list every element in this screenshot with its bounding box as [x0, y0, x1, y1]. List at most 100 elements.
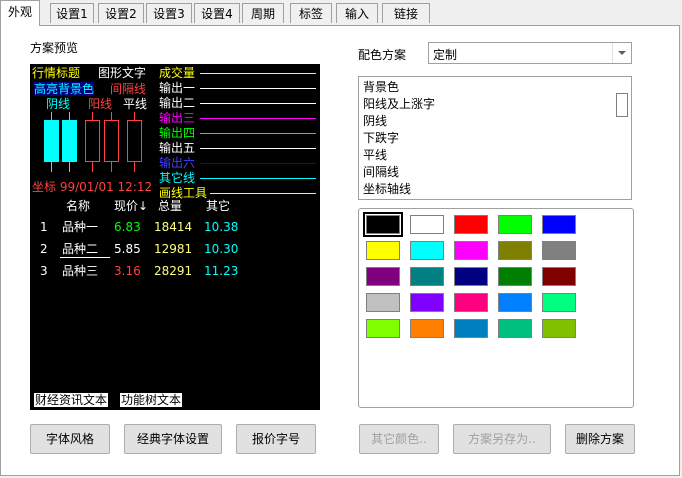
quote-font-size-button[interactable]: 报价字号 — [236, 424, 316, 454]
list-item[interactable]: 背景色 — [363, 79, 399, 96]
preview-flat-label: 平线 — [123, 97, 148, 111]
color-swatch[interactable] — [454, 267, 488, 286]
tab-link[interactable]: 链接 — [382, 3, 430, 23]
table-header-price: 现价↓ — [114, 199, 149, 213]
tab-bar: 外观 设置1 设置2 设置3 设置4 周期 标签 输入 链接 — [0, 0, 682, 27]
selected-row-underline — [60, 257, 110, 258]
tab-settings2[interactable]: 设置2 — [98, 3, 144, 23]
tab-input[interactable]: 输入 — [336, 3, 378, 23]
indicator-label: 画线工具 — [159, 186, 208, 200]
tab-settings1[interactable]: 设置1 — [50, 3, 94, 23]
color-swatch[interactable] — [498, 241, 532, 260]
color-swatch[interactable] — [366, 319, 400, 338]
indicator-line — [200, 103, 316, 104]
color-swatch[interactable] — [410, 267, 444, 286]
func-tree-text-sample: 功能树文本 — [120, 393, 183, 407]
list-item[interactable]: 阳线及上涨字 — [363, 96, 435, 113]
row-name: 品种二 — [62, 242, 99, 256]
color-swatch[interactable] — [410, 293, 444, 312]
classic-font-button[interactable]: 经典字体设置 — [124, 424, 222, 454]
color-swatch[interactable] — [542, 293, 576, 312]
scheme-select[interactable]: 定制 — [428, 42, 632, 64]
indicator-label: 其它线 — [159, 171, 196, 185]
tab-appearance[interactable]: 外观 — [0, 0, 40, 26]
row-name: 品种一 — [62, 220, 99, 234]
scrollbar-thumb[interactable] — [616, 93, 628, 117]
list-item[interactable]: 平线 — [363, 147, 387, 164]
row-price: 5.85 — [114, 242, 141, 256]
row-volume: 12981 — [154, 242, 193, 256]
color-swatch[interactable] — [454, 319, 488, 338]
list-item[interactable]: 阴线 — [363, 113, 387, 130]
color-swatch[interactable] — [410, 319, 444, 338]
list-item[interactable]: 坐标轴线 — [363, 181, 411, 198]
preview-yin-label: 阴线 — [46, 97, 71, 111]
row-index: 3 — [40, 264, 48, 278]
indicator-line — [200, 133, 316, 134]
row-price: 6.83 — [114, 220, 141, 234]
scheme-preview[interactable]: 行情标题 图形文字 高亮背景色 间隔线 阴线 阳线 平线 成交量 输出一 输出二… — [30, 64, 320, 410]
color-swatch[interactable] — [363, 212, 403, 237]
preview-header-title: 行情标题 — [32, 66, 81, 80]
tab-settings4[interactable]: 设置4 — [194, 3, 240, 23]
indicator-label: 输出四 — [159, 126, 196, 140]
indicator-label: 输出五 — [159, 141, 196, 155]
save-scheme-as-button[interactable]: 方案另存为.. — [453, 424, 551, 454]
table-header-other: 其它 — [206, 199, 231, 213]
indicator-line — [200, 178, 316, 179]
preview-yang-label: 阳线 — [88, 97, 113, 111]
row-index: 1 — [40, 220, 48, 234]
color-swatch[interactable] — [542, 319, 576, 338]
color-swatch[interactable] — [498, 319, 532, 338]
yin-candle — [44, 120, 59, 162]
delete-scheme-button[interactable]: 删除方案 — [565, 424, 635, 454]
color-swatch[interactable] — [454, 215, 488, 234]
indicator-line — [200, 73, 316, 74]
color-swatch[interactable] — [410, 241, 444, 260]
color-swatch[interactable] — [542, 241, 576, 260]
font-style-button[interactable]: 字体风格 — [30, 424, 110, 454]
color-palette — [358, 208, 634, 408]
preview-coord: 坐标 99/01/01 12:12 — [32, 180, 153, 194]
row-other: 11.23 — [204, 264, 239, 278]
row-volume: 18414 — [154, 220, 193, 234]
tab-settings3[interactable]: 设置3 — [146, 3, 192, 23]
color-swatch[interactable] — [498, 293, 532, 312]
indicator-label: 成交量 — [159, 66, 196, 80]
preview-graphic-text: 图形文字 — [98, 66, 147, 80]
preview-section-label: 方案预览 — [30, 41, 79, 55]
color-swatch[interactable] — [366, 267, 400, 286]
indicator-line — [210, 193, 316, 194]
row-name: 品种三 — [62, 264, 99, 278]
indicator-label: 输出六 — [159, 156, 196, 170]
tab-label[interactable]: 标签 — [290, 3, 332, 23]
yang-candle — [104, 120, 119, 162]
color-swatch[interactable] — [454, 293, 488, 312]
list-item[interactable]: 间隔线 — [363, 164, 399, 181]
tab-period[interactable]: 周期 — [242, 3, 284, 23]
list-item[interactable]: 下跌字 — [363, 130, 399, 147]
color-swatch[interactable] — [498, 215, 532, 234]
yin-candle — [62, 120, 77, 162]
yang-candle — [85, 120, 100, 162]
indicator-line — [200, 118, 316, 119]
color-item-list[interactable]: 背景色 阳线及上涨字 阴线 下跌字 平线 间隔线 坐标轴线 — [358, 76, 632, 200]
indicator-label: 输出二 — [159, 96, 196, 110]
color-swatch[interactable] — [542, 267, 576, 286]
finance-text-sample: 财经资讯文本 — [34, 393, 109, 407]
chevron-down-icon[interactable] — [612, 43, 631, 63]
indicator-line — [200, 88, 316, 89]
color-swatch[interactable] — [410, 215, 444, 234]
color-swatch[interactable] — [498, 267, 532, 286]
color-swatch[interactable] — [366, 241, 400, 260]
row-other: 10.38 — [204, 220, 239, 234]
row-index: 2 — [40, 242, 48, 256]
color-swatch[interactable] — [542, 215, 576, 234]
row-volume: 28291 — [154, 264, 193, 278]
other-color-button[interactable]: 其它颜色.. — [359, 424, 439, 454]
preview-gap-line: 间隔线 — [110, 82, 147, 96]
color-swatch[interactable] — [454, 241, 488, 260]
color-swatch[interactable] — [366, 293, 400, 312]
yang-candle — [127, 120, 142, 162]
preview-highlight-bg: 高亮背景色 — [34, 82, 95, 96]
